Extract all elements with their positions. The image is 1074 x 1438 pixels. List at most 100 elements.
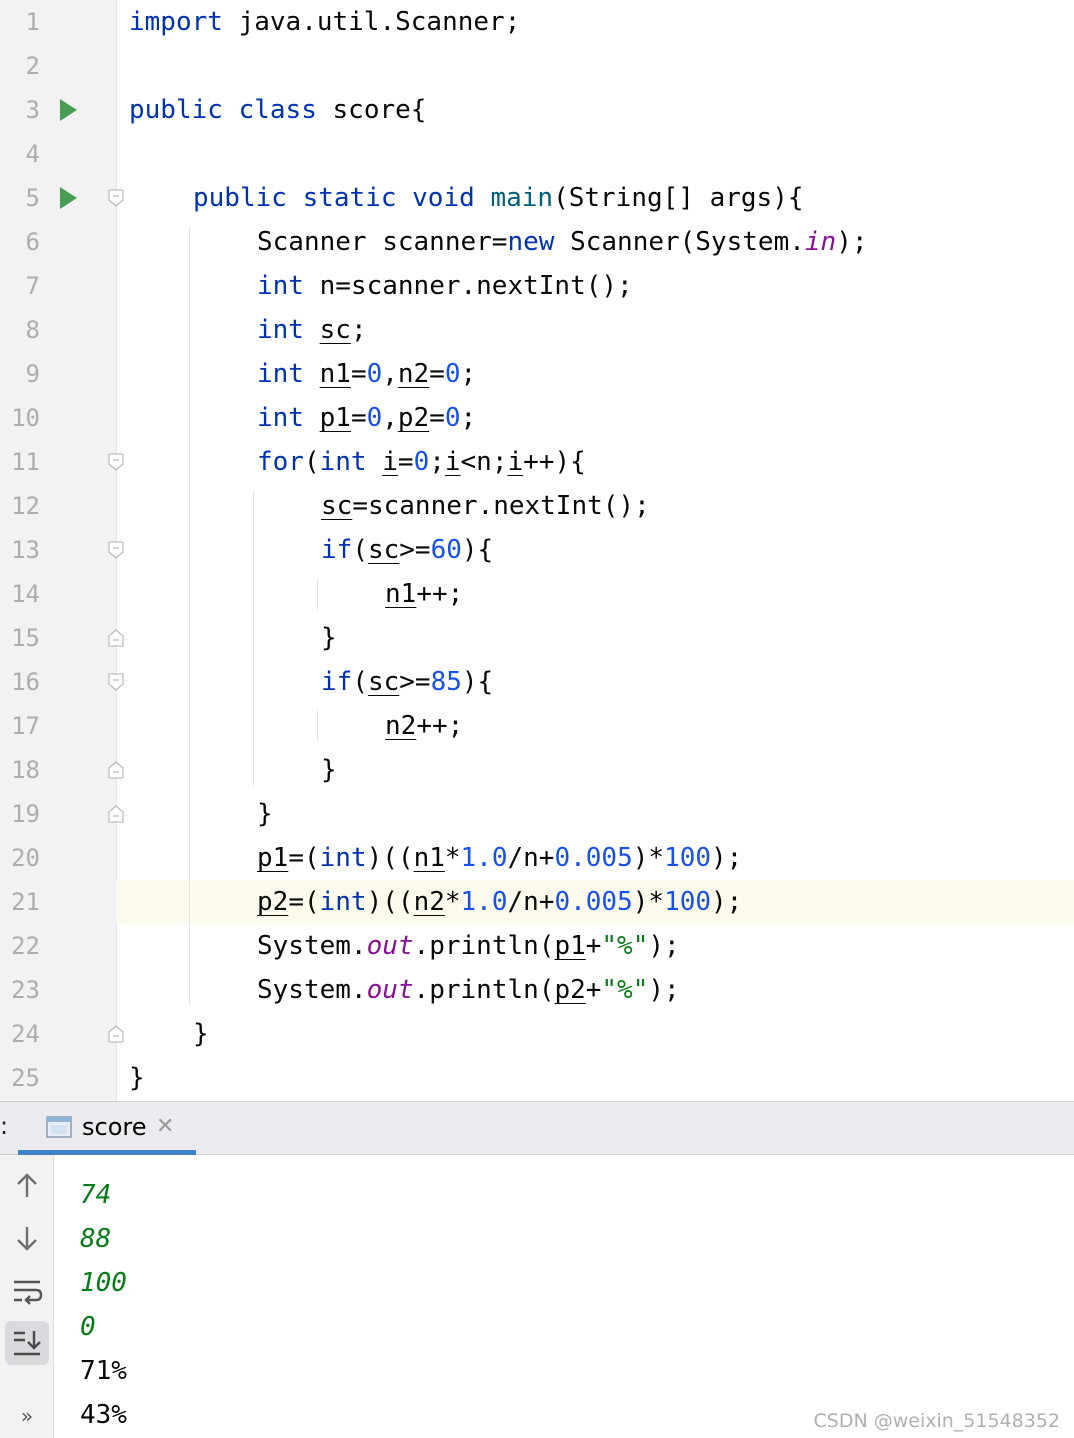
code-text[interactable]: for(int i=0;i<n;i++){ (257, 440, 586, 484)
code-line[interactable]: 20 p1=(int)((n1*1.0/n+0.005)*100); (0, 836, 1074, 880)
code-token: = (397, 447, 414, 477)
fold-open-icon[interactable] (108, 673, 124, 691)
console-output[interactable]: 74 88 100 0 71% 43% (54, 1155, 1074, 1438)
code-token: ++; (416, 579, 464, 609)
code-token: n1 (319, 359, 351, 389)
code-token: n2 (397, 359, 430, 389)
run-icon[interactable] (60, 99, 77, 121)
arrow-up-icon[interactable] (5, 1165, 49, 1209)
code-line[interactable]: 23 System.out.println(p2+"%"); (0, 968, 1074, 1012)
close-icon[interactable]: ✕ (156, 1114, 174, 1139)
run-icon[interactable] (60, 187, 77, 209)
code-text[interactable]: public class score{ (129, 88, 426, 132)
code-token: if (321, 667, 353, 697)
code-line[interactable]: 3 public class score{ (0, 88, 1074, 132)
code-line[interactable]: 15} (0, 616, 1074, 660)
code-token: * (444, 887, 461, 917)
code-token: =scanner.nextInt(); (352, 491, 650, 521)
fold-open-icon[interactable] (108, 453, 124, 471)
code-line[interactable]: 6 Scanner scanner=new Scanner(System.in); (0, 220, 1074, 264)
code-token: 85 (430, 667, 462, 697)
code-token: n1 (385, 579, 417, 609)
code-text[interactable]: p2=(int)((n2*1.0/n+0.005)*100); (257, 880, 742, 924)
code-line[interactable]: 8 int sc; (0, 308, 1074, 352)
code-text[interactable]: if(sc>=85){ (321, 660, 493, 704)
line-number: 12 (11, 492, 40, 520)
tab-score[interactable]: score ✕ (18, 1102, 196, 1154)
fold-close-icon[interactable] (108, 761, 124, 779)
code-line[interactable]: 11 for(int i=0;i<n;i++){ (0, 440, 1074, 484)
code-line[interactable]: 14 n1++; (0, 572, 1074, 616)
code-line[interactable]: 2 (0, 44, 1074, 88)
code-text[interactable]: int sc; (257, 308, 367, 352)
soft-wrap-icon[interactable] (5, 1269, 49, 1313)
code-token: = (350, 403, 367, 433)
code-token: + (585, 975, 602, 1005)
code-line[interactable]: 1 import java.util.Scanner; (0, 0, 1074, 44)
code-text[interactable]: sc=scanner.nextInt(); (321, 484, 650, 528)
code-token: out (366, 975, 414, 1005)
code-token: void (412, 183, 475, 213)
code-text[interactable]: } (129, 1056, 145, 1100)
code-token: , (382, 403, 398, 433)
scroll-to-end-icon[interactable] (5, 1321, 49, 1365)
code-line[interactable]: 12 sc=scanner.nextInt(); (0, 484, 1074, 528)
tab-label: score (82, 1113, 147, 1141)
arrow-down-icon[interactable] (5, 1217, 49, 1261)
code-text[interactable]: int p1=0,p2=0; (257, 396, 476, 440)
code-text[interactable]: } (257, 792, 273, 836)
code-line[interactable]: 9 int n1=0,n2=0; (0, 352, 1074, 396)
code-line[interactable]: 5 public static void main(String[] args){ (0, 176, 1074, 220)
code-text[interactable]: int n1=0,n2=0; (257, 352, 476, 396)
fold-close-icon[interactable] (108, 1025, 124, 1043)
line-number: 9 (25, 360, 40, 388)
code-text[interactable]: if(sc>=60){ (321, 528, 493, 572)
fold-close-icon[interactable] (108, 629, 124, 647)
code-text[interactable]: } (321, 616, 337, 660)
code-token: Scanner scanner= (257, 227, 508, 257)
code-line[interactable]: 4 (0, 132, 1074, 176)
code-text[interactable]: System.out.println(p2+"%"); (257, 968, 680, 1012)
code-text[interactable]: public static void main(String[] args){ (193, 176, 804, 220)
code-token: >= (399, 535, 431, 565)
code-line[interactable]: 16 if(sc>=85){ (0, 660, 1074, 704)
code-line[interactable]: 10 int p1=0,p2=0; (0, 396, 1074, 440)
code-line[interactable]: 7 int n=scanner.nextInt(); (0, 264, 1074, 308)
tab-bar-prefix: : (0, 1112, 9, 1140)
fold-open-icon[interactable] (108, 541, 124, 559)
code-text[interactable]: System.out.println(p1+"%"); (257, 924, 680, 968)
code-text[interactable]: import java.util.Scanner; (129, 0, 520, 44)
code-text[interactable]: int n=scanner.nextInt(); (257, 264, 633, 308)
code-line[interactable]: 21 p2=(int)((n2*1.0/n+0.005)*100); (0, 880, 1074, 924)
code-line[interactable]: 19} (0, 792, 1074, 836)
code-token: ){ (461, 667, 494, 697)
code-line[interactable]: 24} (0, 1012, 1074, 1056)
more-icon[interactable]: » (5, 1401, 49, 1431)
code-line[interactable]: 18} (0, 748, 1074, 792)
code-token: 100 (664, 887, 712, 917)
line-number: 6 (25, 228, 40, 256)
code-text[interactable]: } (321, 748, 337, 792)
indent-guide (189, 226, 190, 1006)
code-text[interactable]: n1++; (385, 572, 463, 616)
fold-close-icon[interactable] (108, 805, 124, 823)
code-token: sc (367, 535, 400, 565)
code-text[interactable]: p1=(int)((n1*1.0/n+0.005)*100); (257, 836, 742, 880)
code-line[interactable]: 13 if(sc>=60){ (0, 528, 1074, 572)
code-text[interactable]: } (193, 1012, 209, 1056)
code-text[interactable]: Scanner scanner=new Scanner(System.in); (257, 220, 868, 264)
code-text[interactable]: n2++; (385, 704, 463, 748)
code-token: sc (321, 491, 353, 521)
fold-open-icon[interactable] (108, 189, 124, 207)
code-token: out (366, 931, 414, 961)
code-token: score{ (316, 95, 427, 125)
code-token: /n+ (507, 887, 555, 917)
code-line[interactable]: 17 n2++; (0, 704, 1074, 748)
line-number: 19 (11, 800, 40, 828)
code-line[interactable]: 22 System.out.println(p1+"%"); (0, 924, 1074, 968)
line-number: 5 (25, 184, 40, 212)
code-line[interactable]: 25} (0, 1056, 1074, 1100)
code-token: = (429, 403, 445, 433)
code-editor[interactable]: 1 import java.util.Scanner; 2 3 public class… (0, 0, 1074, 1101)
